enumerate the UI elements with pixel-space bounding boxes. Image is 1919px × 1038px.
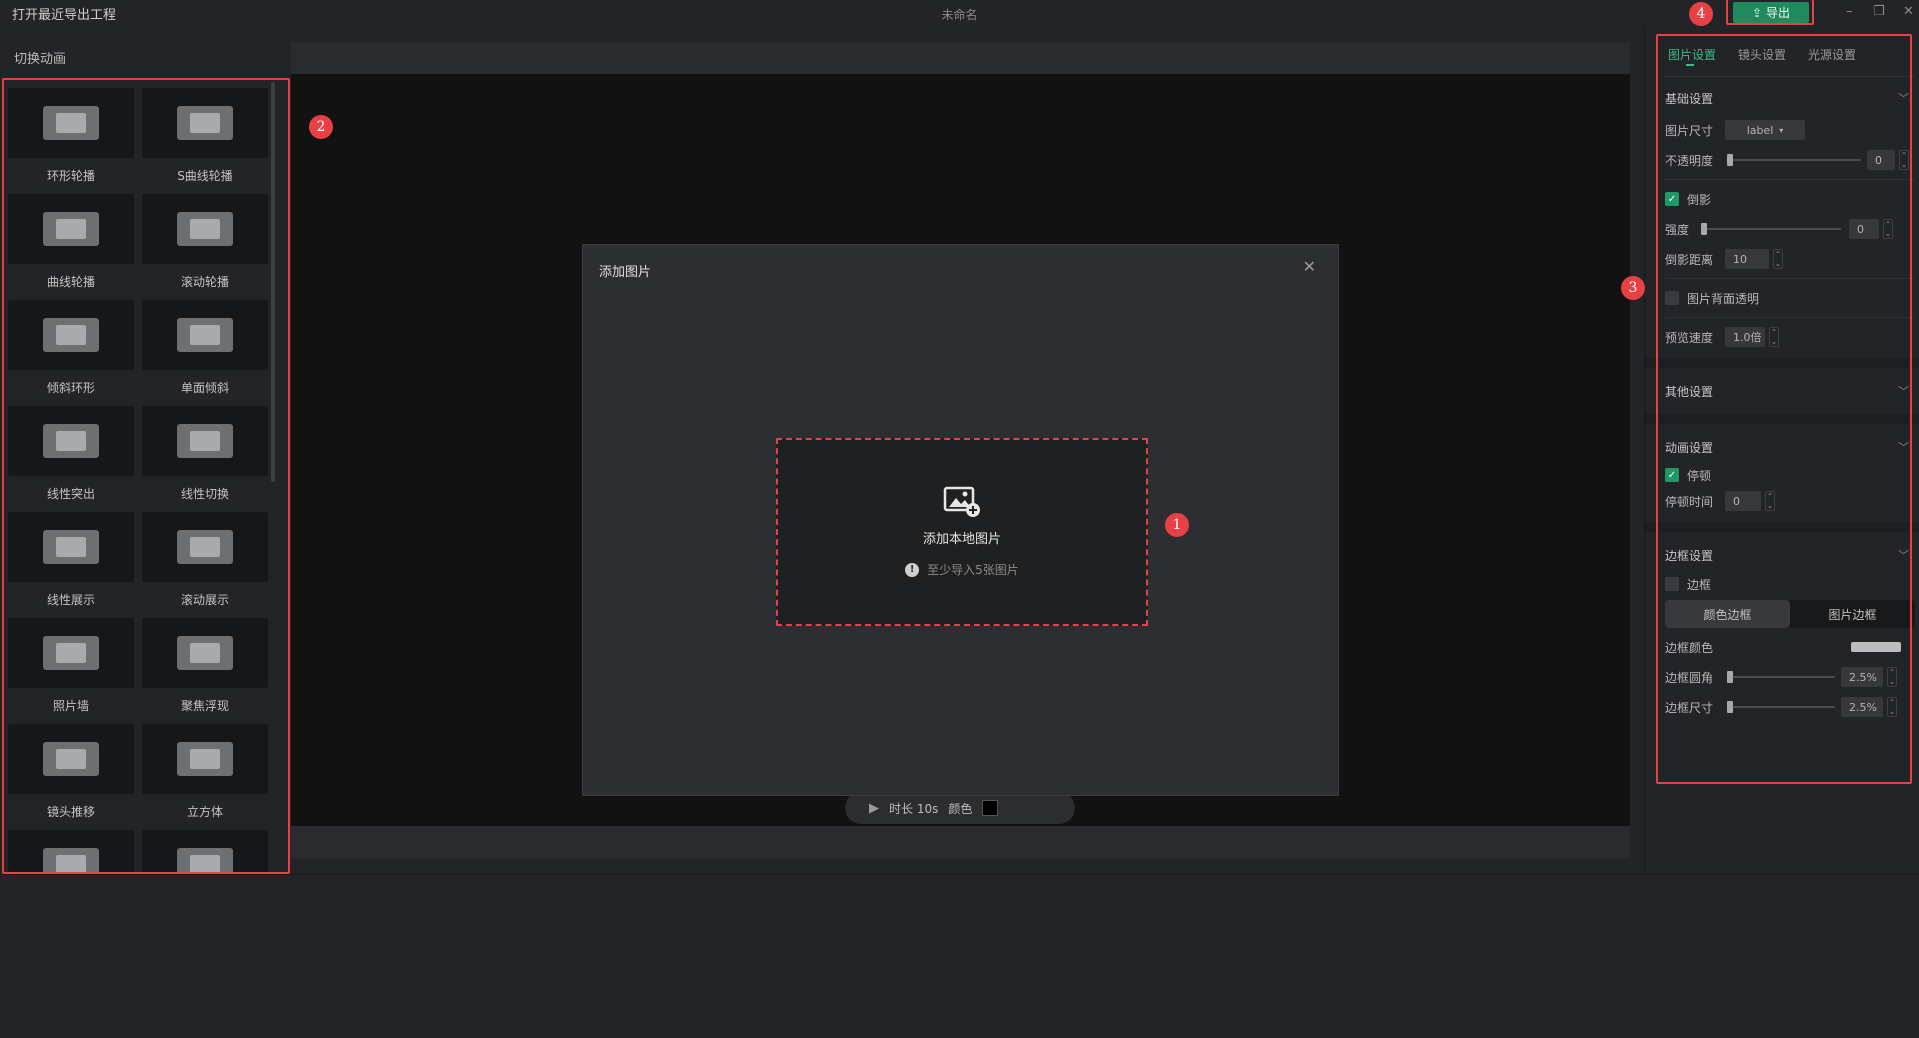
dialog-title: 添加图片 bbox=[599, 265, 652, 280]
canvas-top-bar bbox=[291, 42, 1630, 74]
annotation-badge-3: 3 bbox=[1621, 276, 1645, 300]
annotation-box-4 bbox=[1726, 0, 1814, 25]
dialog-close-icon[interactable]: ✕ bbox=[1303, 257, 1316, 276]
title-bar: 打开最近导出工程 未命名 bbox=[0, 0, 1919, 26]
timeline-area bbox=[0, 874, 1919, 1038]
annotation-badge-1: 1 bbox=[1165, 513, 1189, 537]
document-title: 未命名 bbox=[941, 8, 978, 22]
canvas-bottom-bar bbox=[291, 826, 1630, 858]
annotation-box-3 bbox=[1656, 34, 1912, 784]
add-local-image-dropzone[interactable]: 添加本地图片 ! 至少导入5张图片 bbox=[776, 438, 1148, 626]
background-color-swatch[interactable] bbox=[982, 800, 999, 816]
annotation-box-2 bbox=[2, 78, 290, 874]
info-icon: ! bbox=[905, 562, 920, 577]
play-icon[interactable]: ▶ bbox=[869, 801, 879, 816]
close-icon[interactable]: ✕ bbox=[1903, 4, 1914, 19]
playback-bar: ▶ 时长 10s 颜色 bbox=[845, 792, 1075, 824]
add-image-dialog: 添加图片 ✕ 添加本地图片 ! 至少导入5张图片 bbox=[582, 244, 1339, 796]
add-image-icon bbox=[943, 486, 980, 517]
restore-icon[interactable]: ❐ bbox=[1873, 4, 1885, 19]
minimize-icon[interactable]: – bbox=[1846, 4, 1853, 19]
color-label: 颜色 bbox=[948, 801, 973, 816]
annotation-badge-2: 2 bbox=[309, 115, 333, 139]
dropzone-title: 添加本地图片 bbox=[922, 532, 1001, 547]
dropzone-hint-text: 至少导入5张图片 bbox=[927, 563, 1019, 577]
dropzone-hint: ! 至少导入5张图片 bbox=[905, 561, 1019, 578]
annotation-badge-4: 4 bbox=[1689, 2, 1713, 26]
duration-label: 时长 10s bbox=[889, 801, 939, 816]
left-panel-title: 切换动画 bbox=[14, 52, 67, 67]
